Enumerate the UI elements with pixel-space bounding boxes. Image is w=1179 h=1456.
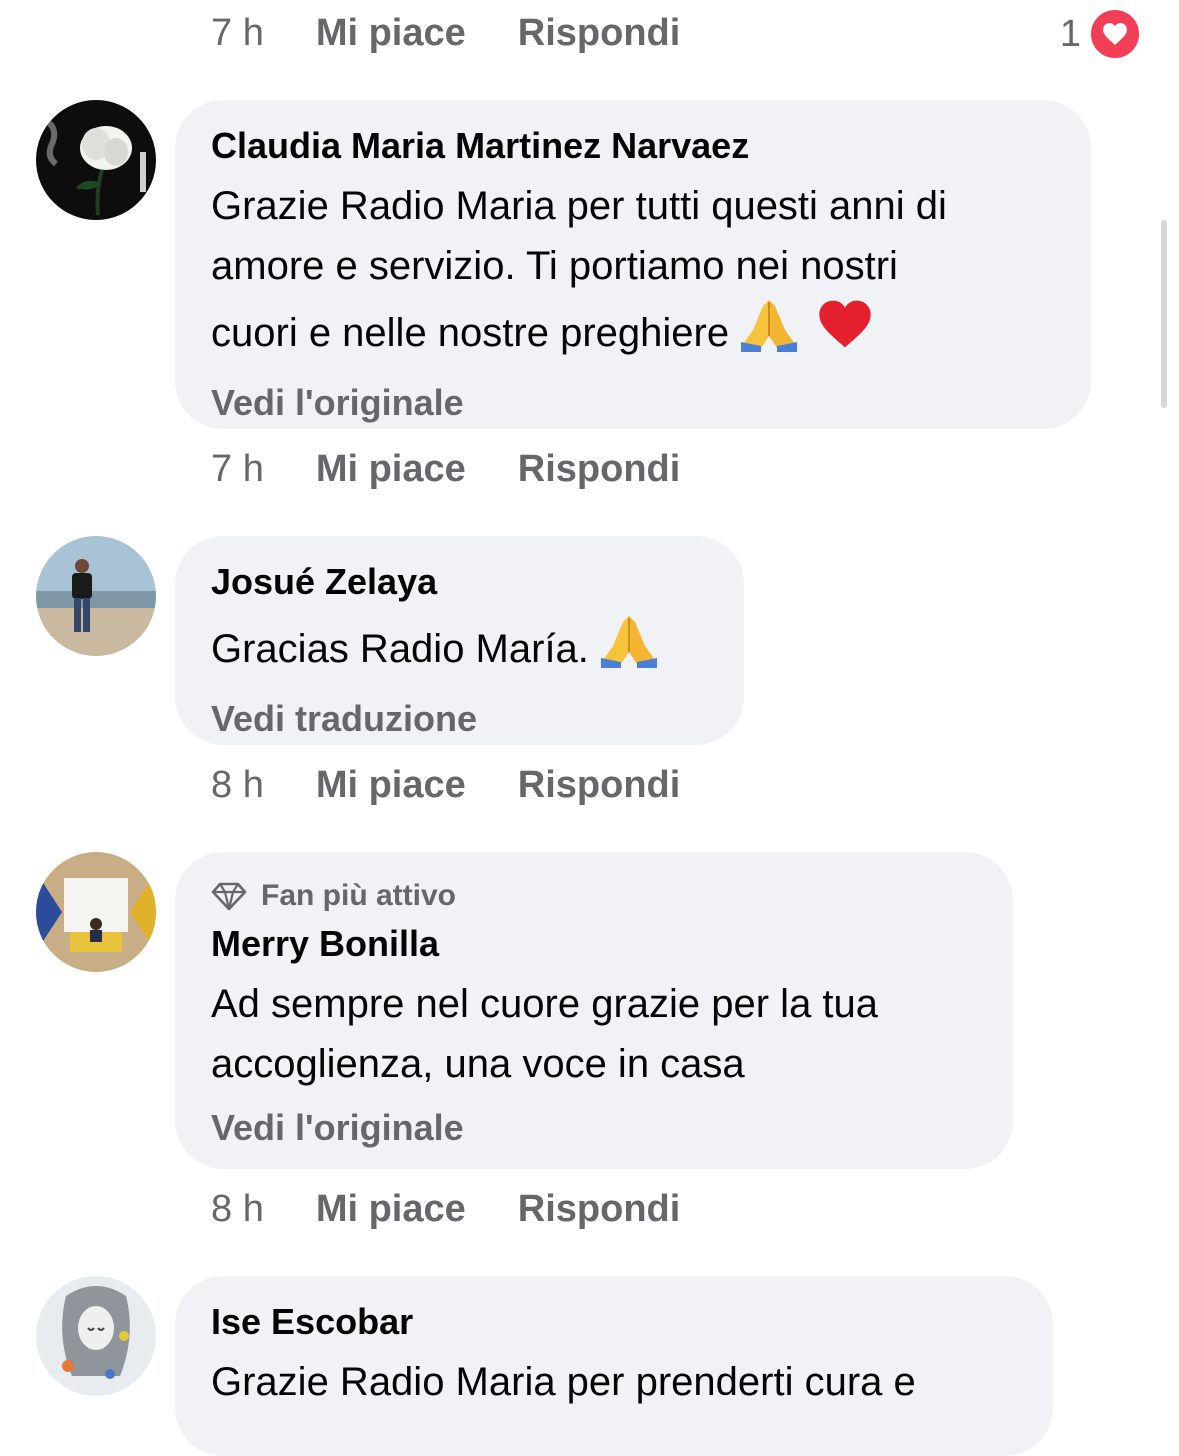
avatar[interactable] <box>36 536 156 656</box>
comment-text-line: Grazie Radio Maria per prenderti cura e <box>211 1360 916 1404</box>
comment-actions: 8 h Mi piace Rispondi <box>211 760 680 810</box>
comment-author[interactable]: Ise Escobar <box>211 1300 1017 1344</box>
comment-text-line: accoglienza, una voce in casa <box>211 1042 745 1086</box>
comment-text: Ad sempre nel cuore grazie per la tua ac… <box>211 974 977 1094</box>
top-fan-badge[interactable]: Fan più attivo <box>211 876 977 916</box>
comment-text-line: cuori e nelle nostre preghiere <box>211 310 730 355</box>
comment-text: Grazie Radio Maria per prenderti cura e <box>211 1352 1017 1412</box>
comment-author[interactable]: Josué Zelaya <box>211 560 708 604</box>
diamond-badge-icon <box>211 882 247 910</box>
comment-author[interactable]: Claudia Maria Martinez Narvaez <box>211 124 1055 168</box>
comment-author[interactable]: Merry Bonilla <box>211 922 977 966</box>
badge-label: Fan più attivo <box>261 879 456 912</box>
praying-hands-emoji <box>599 612 659 685</box>
comment-bubble: Claudia Maria Martinez Narvaez Grazie Ra… <box>175 100 1091 429</box>
comment-actions: 7 h Mi piace Rispondi <box>211 444 680 494</box>
comment-text-line: amore e servizio. Ti portiamo nei nostri <box>211 244 898 288</box>
avatar[interactable] <box>36 100 156 220</box>
reaction-count: 1 <box>1059 12 1081 55</box>
avatar[interactable] <box>36 1276 156 1396</box>
reply-button[interactable]: Rispondi <box>518 12 681 55</box>
comment-text: Gracias Radio María. <box>211 612 708 685</box>
reply-button[interactable]: Rispondi <box>518 1188 681 1231</box>
scrollbar[interactable] <box>1161 220 1167 408</box>
comment-text-line-wrap: cuori e nelle nostre preghiere <box>211 296 1055 369</box>
like-button[interactable]: Mi piace <box>316 448 466 491</box>
see-original-link[interactable]: Vedi l'originale <box>211 381 1055 425</box>
comment-time: 7 h <box>211 447 264 490</box>
comment-bubble: Ise Escobar Grazie Radio Maria per prend… <box>175 1276 1053 1456</box>
heart-reaction-icon <box>1087 6 1143 62</box>
comment-time: 7 h <box>211 11 264 54</box>
praying-hands-emoji <box>739 296 799 369</box>
comment-time: 8 h <box>211 763 264 806</box>
comment-text-line: Grazie Radio Maria per tutti questi anni… <box>211 184 947 228</box>
like-button[interactable]: Mi piace <box>316 1188 466 1231</box>
comment-text: Grazie Radio Maria per tutti questi anni… <box>211 176 1055 369</box>
comment-bubble: Fan più attivo Merry Bonilla Ad sempre n… <box>175 852 1013 1169</box>
comment-actions: 8 h Mi piace Rispondi <box>211 1184 680 1234</box>
reply-button[interactable]: Rispondi <box>518 448 681 491</box>
see-original-link[interactable]: Vedi l'originale <box>211 1106 977 1150</box>
previous-comment-actions: 7 h Mi piace Rispondi <box>211 8 680 58</box>
see-translation-link[interactable]: Vedi traduzione <box>211 697 708 741</box>
comment-text-line: Gracias Radio María. <box>211 626 589 671</box>
comment-bubble: Josué Zelaya Gracias Radio María. Vedi t… <box>175 536 744 745</box>
red-heart-emoji <box>817 298 873 367</box>
comment-text-line: Ad sempre nel cuore grazie per la tua <box>211 982 879 1026</box>
like-button[interactable]: Mi piace <box>316 764 466 807</box>
like-button[interactable]: Mi piace <box>316 12 466 55</box>
avatar[interactable] <box>36 852 156 972</box>
reply-button[interactable]: Rispondi <box>518 764 681 807</box>
reaction-summary[interactable]: 1 <box>1060 6 1143 62</box>
comment-time: 8 h <box>211 1187 264 1230</box>
